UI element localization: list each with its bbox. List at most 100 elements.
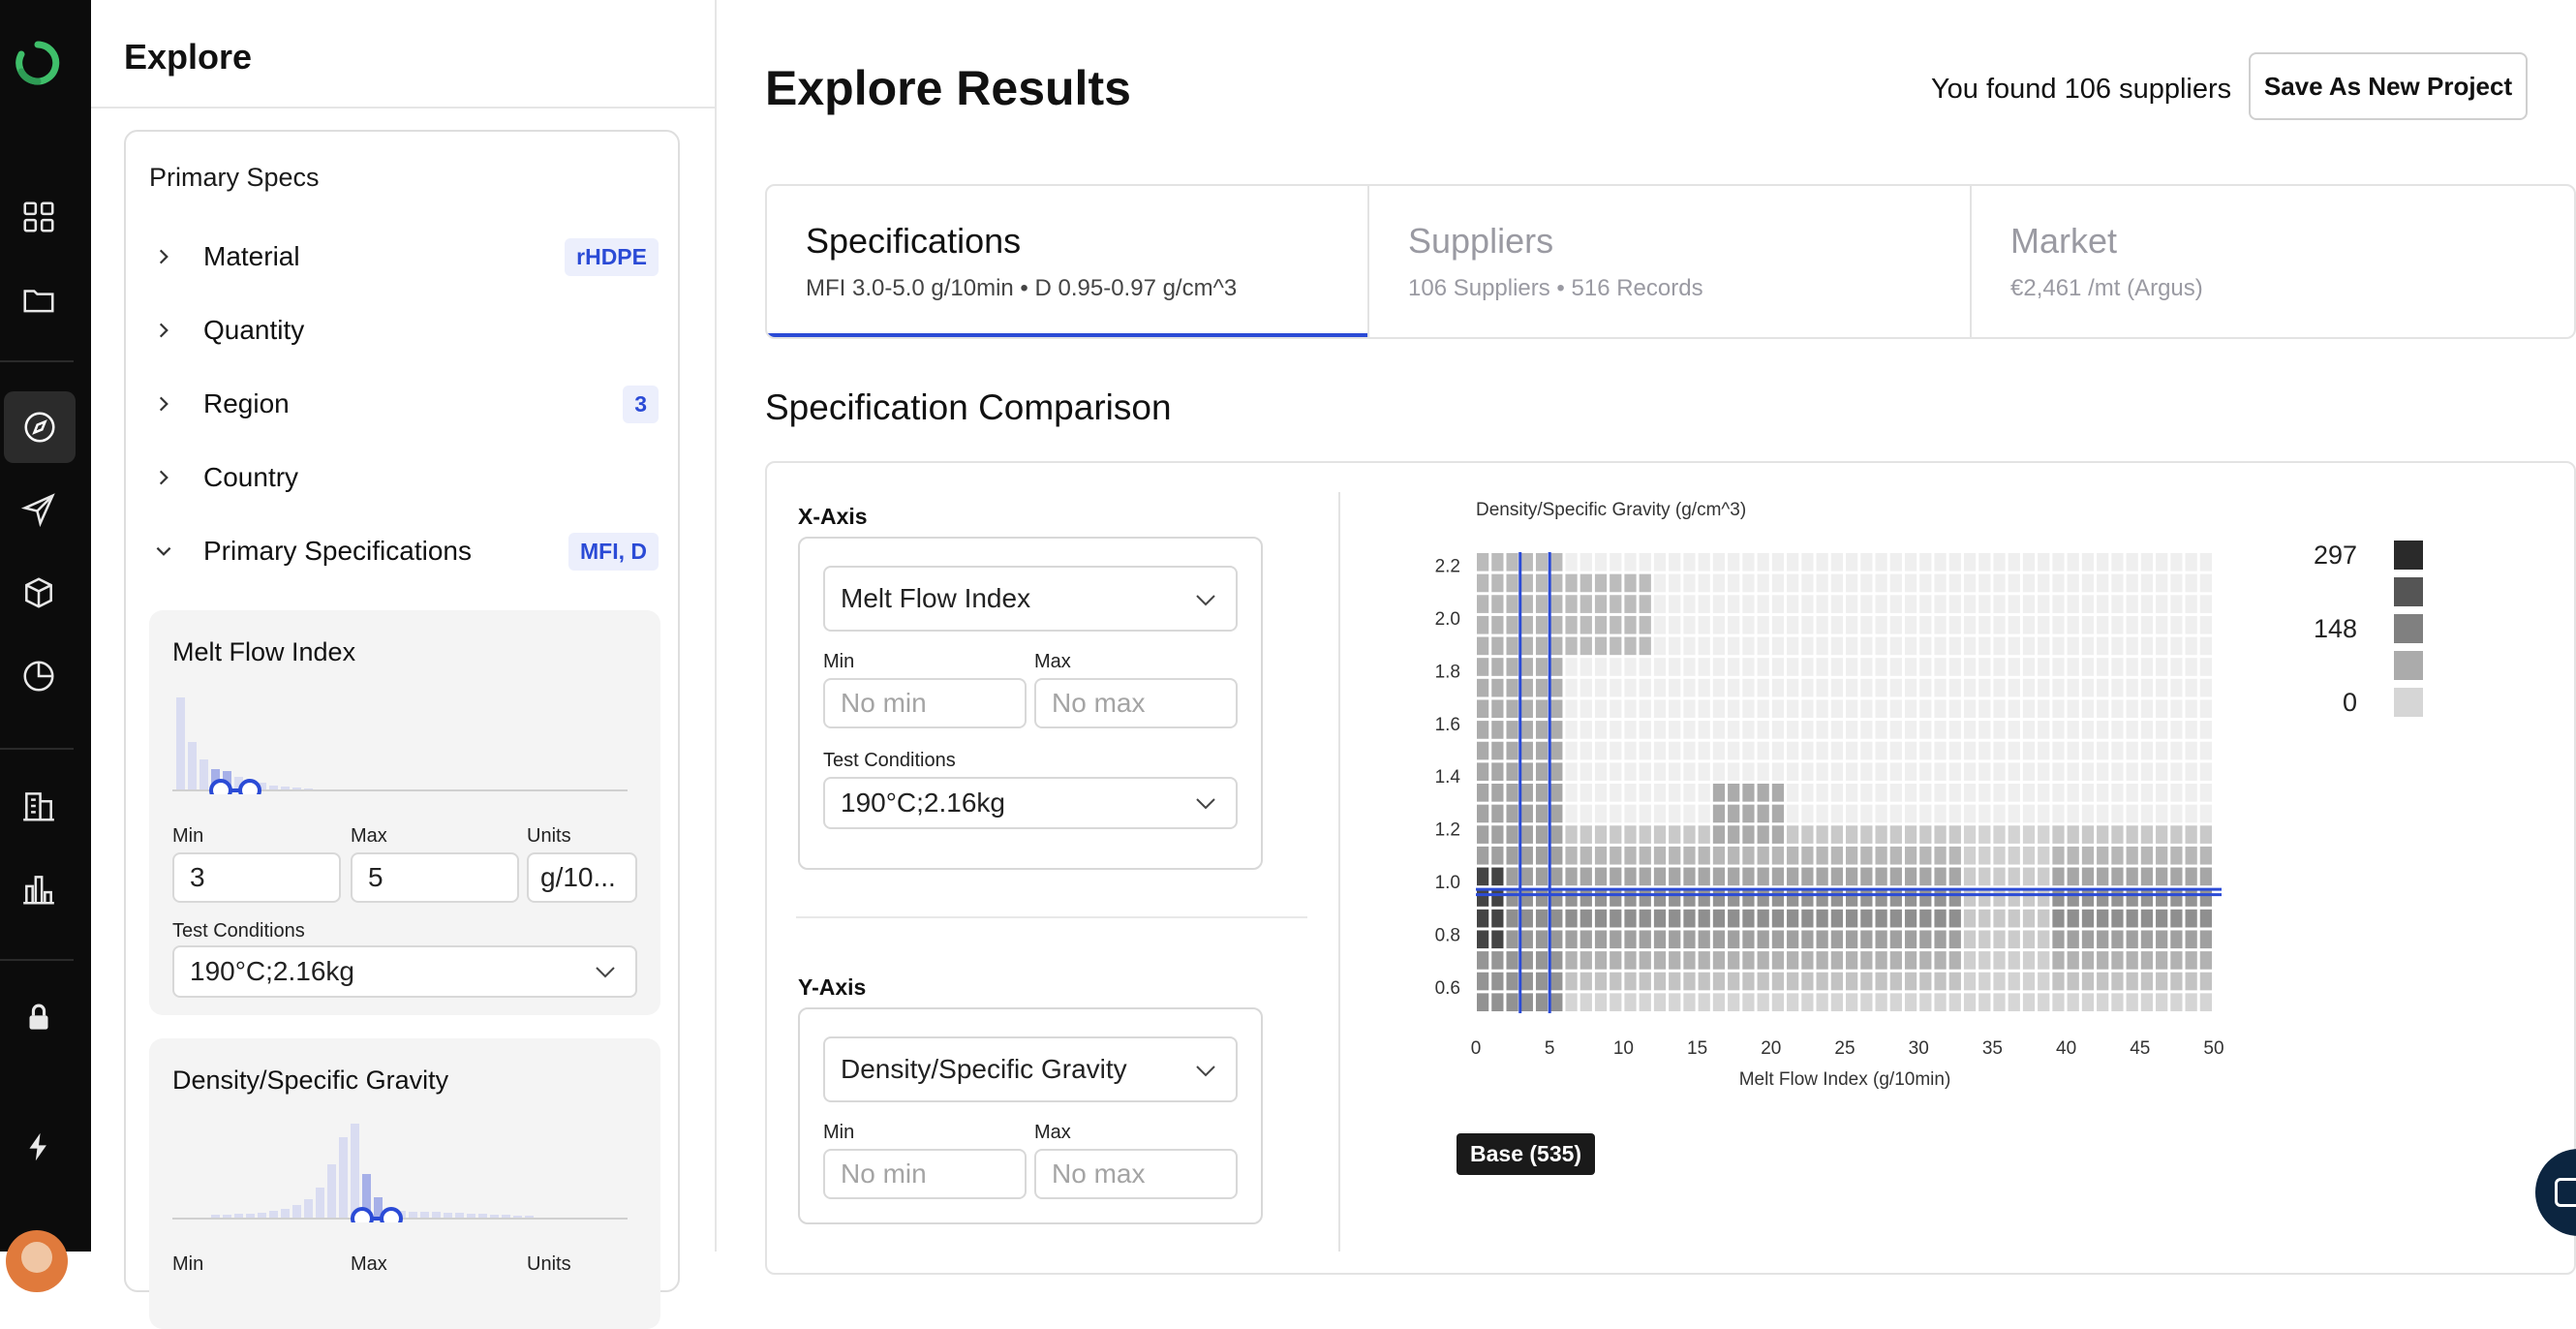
heatmap-cell <box>1639 615 1651 634</box>
heatmap-cell <box>1728 888 1740 907</box>
heatmap-cell <box>1683 930 1696 949</box>
tab-market[interactable]: Market €2,461 /mt (Argus) <box>1972 186 2574 337</box>
mfi-test-conditions-select[interactable]: 190°C;2.16kg <box>172 945 637 998</box>
heatmap-cell <box>1830 595 1843 613</box>
x-max-input[interactable]: No max <box>1034 678 1238 728</box>
heatmap-cell <box>2126 658 2138 676</box>
heatmap-cell <box>2199 699 2212 719</box>
mfi-histogram[interactable] <box>172 688 637 794</box>
heatmap-cell <box>1535 972 1549 991</box>
heatmap-cell <box>1535 846 1549 865</box>
heatmap-cell <box>1550 678 1563 697</box>
heatmap-cell <box>1565 784 1578 802</box>
heatmap-cell <box>1948 804 1961 823</box>
heatmap-cell <box>1610 804 1622 823</box>
lock-icon[interactable] <box>19 998 58 1036</box>
legend-label: 0 <box>2343 688 2357 717</box>
mfi-max-input[interactable]: 5 <box>351 852 519 903</box>
x-min-input[interactable]: No min <box>823 678 1027 728</box>
heatmap-cell <box>1757 846 1769 865</box>
pie-chart-icon[interactable] <box>19 657 58 695</box>
heatmap-cell <box>2097 930 2109 949</box>
heatmap-cell <box>1579 909 1592 928</box>
heatmap-cell <box>1653 762 1667 781</box>
heatmap-cell <box>1579 804 1592 823</box>
heatmap-cell <box>1535 595 1549 613</box>
dashboard-grid-icon[interactable] <box>19 198 58 236</box>
heatmap-cell <box>1816 721 1828 739</box>
heatmap-cell <box>2185 993 2197 1011</box>
heatmap-cell <box>1757 993 1769 1011</box>
user-avatar[interactable] <box>6 1230 68 1292</box>
heatmap-cell <box>2038 804 2050 823</box>
heatmap-cell <box>2185 595 2197 613</box>
heatmap-cell <box>1594 636 1608 656</box>
heatmap-cell <box>1889 699 1902 719</box>
heatmap-cell <box>1963 846 1977 865</box>
y-tick-label: 2.0 <box>1435 609 1460 630</box>
heatmap-cell <box>1491 972 1504 991</box>
heatmap-cell <box>1535 825 1549 844</box>
bolt-icon[interactable] <box>19 1128 58 1166</box>
folder-icon[interactable] <box>19 281 58 320</box>
y-axis-property-select[interactable]: Density/Specific Gravity <box>823 1036 1238 1102</box>
y-max-input[interactable]: No max <box>1034 1149 1238 1199</box>
tab-label: Market <box>2010 221 2118 261</box>
heatmap-cell <box>2199 972 2212 991</box>
heatmap-cell <box>2067 658 2079 676</box>
heatmap-cell <box>1757 678 1769 697</box>
heatmap-cell <box>1669 573 1681 593</box>
legend-swatch <box>2394 541 2423 570</box>
tab-label: Suppliers <box>1408 221 1554 261</box>
panel-title: Explore <box>124 37 253 77</box>
heatmap-cell <box>2199 909 2212 928</box>
heatmap-cell <box>2170 595 2183 613</box>
density-histogram[interactable] <box>172 1116 637 1222</box>
heatmap-cell <box>1653 636 1667 656</box>
heatmap-cell <box>1683 846 1696 865</box>
heatmap-cell <box>1535 804 1549 823</box>
spec-heatmap-chart[interactable]: Density/Specific Gravity (g/cm^3) Melt Fl… <box>1395 484 2266 1114</box>
mfi-units-select[interactable]: g/10... <box>527 852 637 903</box>
heatmap-cell <box>1801 573 1814 593</box>
accordion-region[interactable]: Region 3 <box>149 380 659 428</box>
heatmap-cell <box>1742 595 1755 613</box>
heatmap-cell <box>1875 721 1887 739</box>
heatmap-cell <box>1624 699 1637 719</box>
heatmap-cell <box>2156 888 2168 907</box>
heatmap-cell <box>1624 825 1637 844</box>
heatmap-cell <box>1757 930 1769 949</box>
building-icon[interactable] <box>19 787 58 825</box>
mfi-min-input[interactable]: 3 <box>172 852 341 903</box>
app-logo[interactable] <box>14 39 62 87</box>
heatmap-cell <box>2022 888 2036 907</box>
accordion-quantity[interactable]: Quantity <box>149 306 659 355</box>
accordion-material[interactable]: Material rHDPE <box>149 232 659 281</box>
heatmap-cell <box>2022 741 2036 760</box>
heatmap-cell <box>1728 573 1740 593</box>
heatmap-cell <box>2199 595 2212 613</box>
tab-specifications[interactable]: Specifications MFI 3.0-5.0 g/10min • D 0… <box>767 186 1369 337</box>
heatmap-cell <box>1993 972 2006 991</box>
x-test-conditions-select[interactable]: 190°C;2.16kg <box>823 777 1238 829</box>
heatmap-cell <box>1830 909 1843 928</box>
heatmap-cell <box>1787 972 1799 991</box>
bar-chart-icon[interactable] <box>19 870 58 909</box>
heatmap-cell <box>1904 825 1917 844</box>
tab-suppliers[interactable]: Suppliers 106 Suppliers • 516 Records <box>1369 186 1972 337</box>
mfi-max-label: Max <box>351 825 387 847</box>
compass-icon[interactable] <box>4 391 76 463</box>
save-as-new-project-button[interactable]: Save As New Project <box>2249 52 2528 120</box>
heatmap-cell <box>1771 636 1785 656</box>
box-icon[interactable] <box>19 573 58 612</box>
material-badge: rHDPE <box>565 237 659 276</box>
heatmap-cell <box>1978 678 1991 697</box>
x-axis-property-select[interactable]: Melt Flow Index <box>823 566 1238 632</box>
accordion-country[interactable]: Country <box>149 453 659 502</box>
heatmap-cell <box>1728 741 1740 760</box>
heatmap-cell <box>2008 993 2020 1011</box>
send-icon[interactable] <box>19 490 58 529</box>
heatmap-cell <box>2126 867 2138 886</box>
accordion-primary-specifications[interactable]: Primary Specifications MFI, D <box>149 527 659 575</box>
y-min-input[interactable]: No min <box>823 1149 1027 1199</box>
